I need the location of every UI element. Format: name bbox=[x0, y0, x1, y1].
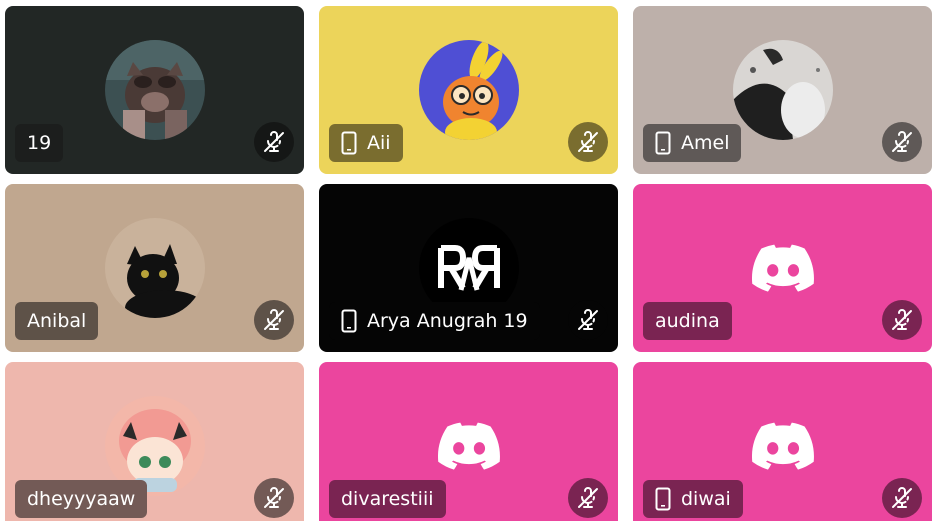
microphone-muted-icon bbox=[578, 131, 598, 152]
participant-tile[interactable]: dheyyyaaw bbox=[5, 362, 304, 521]
voice-channel-grid: 19 Aii Amel Anibal Arya Anugrah 19 audin… bbox=[0, 0, 932, 521]
participant-name-pill: 19 bbox=[15, 124, 64, 162]
participant-name: diwai bbox=[681, 488, 731, 510]
participant-tile[interactable]: 19 bbox=[5, 6, 304, 174]
mute-indicator bbox=[254, 122, 294, 162]
mute-indicator bbox=[254, 478, 294, 518]
mobile-phone-icon bbox=[341, 309, 357, 333]
participant-name: Arya Anugrah 19 bbox=[367, 310, 528, 332]
microphone-muted-icon bbox=[264, 131, 284, 152]
discord-default-avatar bbox=[751, 422, 814, 470]
yellow-bunny-avatar bbox=[418, 40, 519, 140]
participant-tile[interactable]: Arya Anugrah 19 bbox=[319, 184, 618, 352]
microphone-muted-icon bbox=[264, 487, 284, 508]
microphone-muted-icon bbox=[892, 487, 912, 508]
participant-tile[interactable]: Aii bbox=[319, 6, 618, 174]
participant-name-pill: dheyyyaaw bbox=[15, 480, 148, 518]
participant-tile[interactable]: Anibal bbox=[5, 184, 304, 352]
mobile-phone-icon bbox=[655, 487, 671, 511]
participant-tile[interactable]: audina bbox=[633, 184, 932, 352]
microphone-muted-icon bbox=[578, 487, 598, 508]
discord-default-avatar bbox=[751, 244, 814, 292]
mute-indicator bbox=[254, 300, 294, 340]
microphone-muted-icon bbox=[264, 309, 284, 330]
mute-indicator bbox=[568, 122, 608, 162]
participant-name: Anibal bbox=[27, 310, 87, 332]
bw-photo-avatar bbox=[732, 40, 833, 140]
microphone-muted-icon bbox=[892, 309, 912, 330]
participant-tile[interactable]: diwai bbox=[633, 362, 932, 521]
microphone-muted-icon bbox=[578, 309, 598, 330]
participant-name-pill: Amel bbox=[643, 124, 742, 162]
participant-name: Amel bbox=[681, 132, 730, 154]
participant-name: dheyyyaaw bbox=[27, 488, 136, 510]
participant-name-pill: divarestiii bbox=[329, 480, 446, 518]
raccoon-avatar bbox=[104, 40, 205, 140]
discord-default-avatar bbox=[437, 422, 500, 470]
participant-name: audina bbox=[655, 310, 720, 332]
participant-tile[interactable]: divarestiii bbox=[319, 362, 618, 521]
mute-indicator bbox=[568, 478, 608, 518]
mute-indicator bbox=[882, 122, 922, 162]
participant-name-pill: diwai bbox=[643, 480, 743, 518]
mobile-phone-icon bbox=[341, 131, 357, 155]
mobile-phone-icon bbox=[655, 131, 671, 155]
mute-indicator bbox=[568, 300, 608, 340]
participant-name-pill: Aii bbox=[329, 124, 403, 162]
participant-name: Aii bbox=[367, 132, 391, 154]
participant-name-pill: Anibal bbox=[15, 302, 99, 340]
black-cat-avatar bbox=[104, 218, 205, 318]
participant-name-pill: audina bbox=[643, 302, 732, 340]
mute-indicator bbox=[882, 478, 922, 518]
participant-tile[interactable]: Amel bbox=[633, 6, 932, 174]
mute-indicator bbox=[882, 300, 922, 340]
microphone-muted-icon bbox=[892, 131, 912, 152]
participant-name-pill: Arya Anugrah 19 bbox=[329, 302, 540, 340]
participant-name: 19 bbox=[27, 132, 52, 154]
participant-name: divarestiii bbox=[341, 488, 434, 510]
